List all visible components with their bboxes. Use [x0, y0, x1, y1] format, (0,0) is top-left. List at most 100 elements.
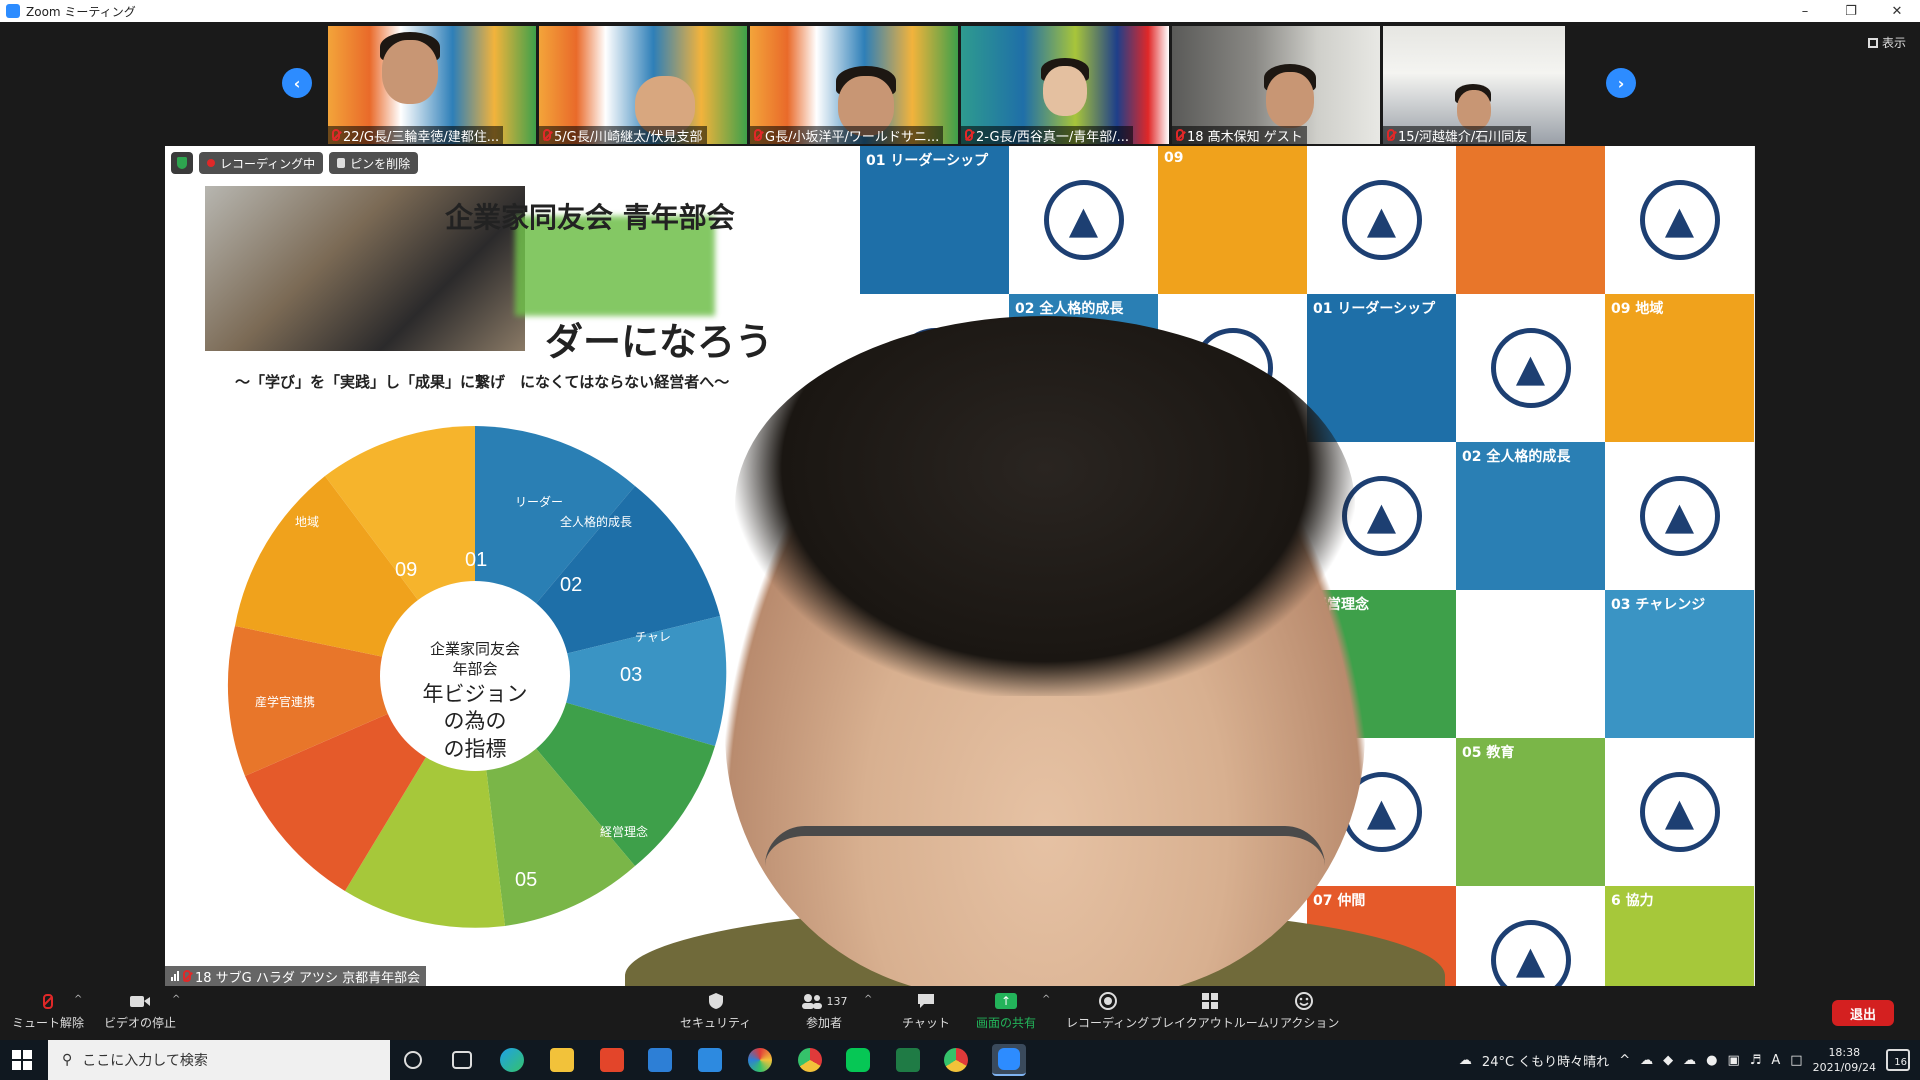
dropbox-icon[interactable]: ◆ [1663, 1053, 1673, 1068]
security-button[interactable]: セキュリティ [680, 992, 751, 1031]
leave-meeting-button[interactable]: 退出 [1832, 1000, 1894, 1026]
cloud-icon[interactable]: ☁ [1683, 1053, 1696, 1068]
taskbar-clock[interactable]: 18:38 2021/09/24 [1813, 1045, 1876, 1075]
taskbar-search-box[interactable]: ⚲ ここに入力して検索 [48, 1040, 390, 1080]
participant-tile[interactable]: 18 髙木保知 ゲスト [1172, 26, 1380, 144]
notification-center-icon[interactable]: 16 [1886, 1049, 1910, 1071]
participants-icon: 137 [794, 992, 854, 1010]
organization-logo-icon: ▲ [1639, 180, 1720, 260]
participant-tile[interactable]: 22/G長/三輪幸徳/建都住... [328, 26, 536, 144]
line-icon[interactable] [846, 1048, 870, 1072]
speaker-name-label: 18 サブG ハラダ アツシ 京都青年部会 [165, 966, 427, 986]
minimize-icon[interactable]: – [1782, 0, 1828, 22]
microphone-icon[interactable]: ● [1706, 1053, 1717, 1068]
mic-muted-icon [183, 970, 191, 982]
organization-logo-icon: ▲ [1639, 772, 1720, 852]
mic-muted-icon [37, 992, 59, 1010]
mic-muted-icon [754, 129, 762, 141]
grid-cell: 09 [1158, 146, 1307, 294]
view-label: 表示 [1881, 36, 1906, 50]
weather-icon[interactable]: ☁ [1459, 1053, 1472, 1068]
participant-name-label: 18 髙木保知 ゲスト [1172, 126, 1307, 144]
share-screen-button[interactable]: ↑ 画面の共有 [976, 992, 1036, 1031]
close-icon[interactable]: ✕ [1874, 0, 1920, 22]
network-icon[interactable]: ▣ [1727, 1053, 1739, 1068]
restore-icon[interactable]: ❐ [1828, 0, 1874, 22]
edge-browser-icon[interactable] [500, 1048, 524, 1072]
participant-tile[interactable]: 2-G長/西谷真一/青年部/... [961, 26, 1169, 144]
mail-icon[interactable] [698, 1048, 722, 1072]
task-view-icon[interactable] [452, 1051, 472, 1069]
participant-tile[interactable]: G長/小坂洋平/ワールドサニ... [750, 26, 958, 144]
file-explorer-icon[interactable] [550, 1048, 574, 1072]
organization-logo-icon: ▲ [1639, 476, 1720, 556]
chevron-up-icon[interactable]: ^ [1042, 994, 1050, 1005]
grid-view-icon [1867, 37, 1878, 48]
gallery-strip: ‹ › 表示 22/G長/三輪幸徳/建都住... 5/G長/川崎継太/伏見支部 … [0, 22, 1920, 144]
smiley-icon [1293, 992, 1315, 1010]
volume-icon[interactable]: ♬ [1750, 1053, 1762, 1068]
store-icon[interactable] [648, 1048, 672, 1072]
chevron-right-icon[interactable]: › [1606, 68, 1636, 98]
unpin-button[interactable]: ピンを削除 [329, 152, 419, 174]
chrome-icon[interactable] [798, 1048, 822, 1072]
view-toggle-button[interactable]: 表示 [1867, 34, 1906, 51]
window-controls: – ❐ ✕ [1782, 0, 1920, 22]
meeting-toolbar: ミュート解除 ^ ビデオの停止 ^ セキュリティ 137 参加者 ^ チャット … [0, 986, 1920, 1040]
participants-button[interactable]: 137 参加者 [794, 992, 854, 1031]
speaker-glasses [765, 826, 1325, 956]
participant-face [1457, 90, 1491, 130]
participant-face [1266, 72, 1314, 128]
slide-subtitle: 〜「学び」を「実践」し「成果」に繋げ になくてはならない経営者へ〜 [235, 373, 730, 391]
chevron-up-icon[interactable]: ^ [1619, 1053, 1630, 1068]
wheel-number: 05 [515, 869, 537, 891]
chrome-profile-icon[interactable] [944, 1048, 968, 1072]
organization-logo-icon: ▲ [1043, 180, 1124, 260]
chevron-left-icon[interactable]: ‹ [282, 68, 312, 98]
active-speaker-video[interactable]: 企業家同友会 青年部会 ダーになろう 〜「学び」を「実践」し「成果」に繋げ にな… [165, 146, 1755, 986]
weather-text[interactable]: 24°C くもり時々晴れ [1482, 1051, 1609, 1070]
stop-video-button[interactable]: ビデオの停止 [104, 992, 176, 1031]
participant-tile[interactable]: 5/G長/川崎継太/伏見支部 [539, 26, 747, 144]
participant-count: 137 [826, 994, 848, 1008]
wheel-text: リーダー [515, 494, 563, 509]
windows-start-icon[interactable] [12, 1050, 32, 1070]
chevron-up-icon[interactable]: ^ [864, 994, 872, 1005]
recording-badge[interactable]: レコーディング中 [199, 152, 324, 174]
onedrive-icon[interactable]: ☁ [1640, 1053, 1653, 1068]
excel-icon[interactable] [896, 1048, 920, 1072]
encryption-shield-icon[interactable] [171, 152, 193, 174]
mic-muted-icon [543, 129, 551, 141]
office-icon[interactable] [600, 1048, 624, 1072]
reactions-button[interactable]: リアクション [1268, 992, 1339, 1031]
language-icon[interactable]: □ [1790, 1053, 1802, 1068]
wheel-number: 09 [395, 559, 417, 581]
cortana-icon[interactable] [404, 1051, 422, 1069]
center-text: の指標 [444, 738, 507, 761]
wheel-text: 経営理念 [600, 824, 648, 839]
breakout-rooms-icon [1199, 992, 1221, 1010]
search-placeholder: ここに入力して検索 [82, 1053, 208, 1069]
participant-name-label: 15/河越雄介/石川同友 [1383, 126, 1532, 144]
window-title: Zoom ミーティング [26, 4, 136, 19]
ime-indicator[interactable]: A [1771, 1053, 1780, 1068]
zoom-taskbar-icon[interactable] [992, 1044, 1026, 1076]
windows-taskbar: ⚲ ここに入力して検索 ☁ 24°C くもり時々晴れ ^ ☁ ◆ ☁ ● ▣ ♬… [0, 1040, 1920, 1080]
speaker-hair [735, 316, 1355, 696]
grid-cell [1456, 146, 1605, 294]
chat-button[interactable]: チャット [902, 992, 950, 1031]
wheel-text: 産学官連携 [255, 694, 315, 709]
participant-tile[interactable]: 15/河越雄介/石川同友 [1383, 26, 1565, 144]
grid-cell: ▲ [1456, 294, 1605, 442]
chevron-up-icon[interactable]: ^ [74, 994, 82, 1005]
slack-icon[interactable] [748, 1048, 772, 1072]
wheel-number: 02 [560, 574, 582, 596]
participant-name-label: G長/小坂洋平/ワールドサニ... [750, 126, 944, 144]
recording-button[interactable]: レコーディング [1066, 992, 1149, 1031]
breakout-rooms-button[interactable]: ブレイクアウトルーム [1150, 992, 1269, 1031]
participant-face [1043, 66, 1087, 116]
chevron-up-icon[interactable]: ^ [172, 994, 180, 1005]
center-text: 年ビジョン [423, 683, 528, 706]
grid-cell [1456, 590, 1605, 738]
grid-cell: 05 教育 [1456, 738, 1605, 886]
